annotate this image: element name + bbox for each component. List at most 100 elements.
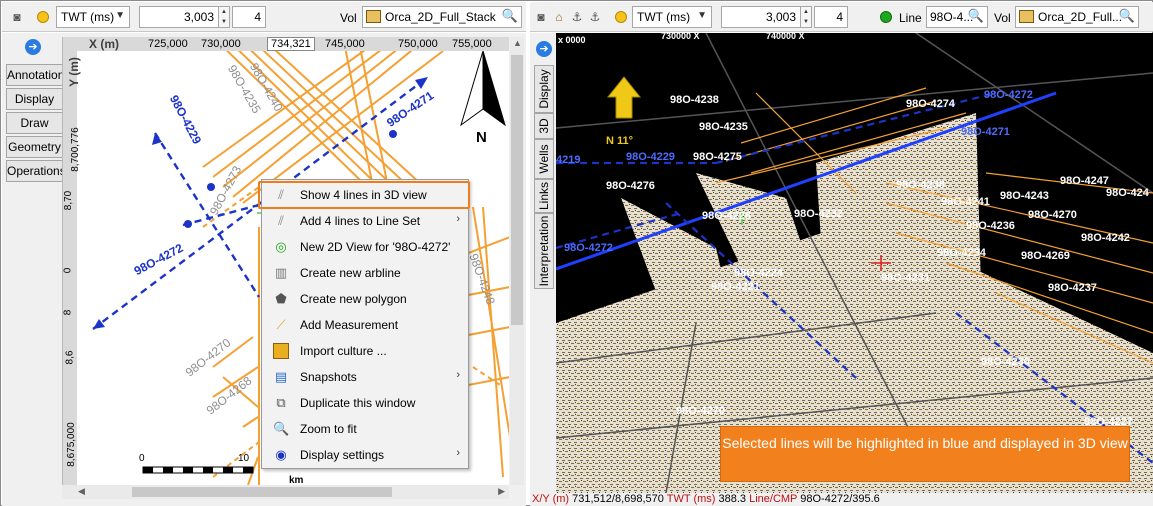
navigate-arrow-icon[interactable]: ➔ <box>25 39 41 55</box>
survey-line <box>242 416 259 428</box>
menu-item-add-measurement[interactable]: ⟋ Add Measurement <box>262 313 468 337</box>
scroll-thumb[interactable] <box>132 487 392 497</box>
context-menu: ⫽ Show 4 lines in 3D view ⫽ Add 4 lines … <box>261 179 469 469</box>
survey-line <box>482 206 504 478</box>
line-label-3d: 98O-4237 <box>1048 282 1097 294</box>
arrow-head <box>415 77 428 89</box>
line-label-3d: 98O-4238 <box>670 94 719 106</box>
3d-geometry <box>556 33 1153 493</box>
time-input-3d[interactable]: 3,003 <box>721 6 801 28</box>
scroll-thumb[interactable] <box>511 55 523 325</box>
tab-operations[interactable]: Operations <box>6 160 66 182</box>
tab-interpretation[interactable]: Interpretation <box>534 213 554 289</box>
line-label-3d: 98O-4272 <box>564 242 613 254</box>
menu-item-new-2d-view[interactable]: ◎ New 2D View for '98O-4272' <box>262 235 468 259</box>
scale-bar <box>142 466 254 474</box>
search-icon[interactable]: 🔍 <box>968 8 984 24</box>
volume-icon <box>1019 10 1034 23</box>
north-label: N <box>476 129 487 146</box>
polygon-icon: ⬟ <box>275 291 287 306</box>
line-label-3d: 98O-4247 <box>1060 175 1109 187</box>
chevron-right-icon: › <box>456 447 460 459</box>
line-label-3d: 98O-4271 <box>961 126 1010 138</box>
menu-item-zoom-to-fit[interactable]: 🔍 Zoom to fit <box>262 417 468 441</box>
tab-3d[interactable]: 3D <box>534 113 554 139</box>
tab-draw[interactable]: Draw <box>6 112 63 134</box>
vertical-scrollbar[interactable]: ▲ <box>510 37 524 485</box>
scene-top-label: 740000 X <box>766 31 805 41</box>
anchor-alt-icon[interactable]: ⚓ <box>588 10 602 24</box>
arbline-icon: ▥ <box>274 265 288 280</box>
menu-item-add-to-line-set[interactable]: ⫽ Add 4 lines to Line Set › <box>262 209 468 233</box>
line-label-3d: 98O-4232 <box>794 208 843 220</box>
time-input[interactable]: 3,003 <box>139 6 219 28</box>
snapshot-icon: ▤ <box>274 369 288 384</box>
volume-name: Orca_2D_Full... <box>1038 10 1123 24</box>
status-xy-label: X/Y (m) <box>532 493 570 505</box>
menu-item-label: Display settings <box>300 448 385 462</box>
status-dot-icon <box>37 11 49 23</box>
menu-item-label: Create new polygon <box>300 292 407 306</box>
menu-item-import-culture[interactable]: Import culture ... <box>262 339 468 363</box>
target-icon: ◎ <box>275 239 287 254</box>
scroll-left-icon[interactable]: ◀ <box>78 486 85 497</box>
tab-display-3d[interactable]: Display <box>534 65 554 113</box>
callout-note: Selected lines will be highlighted in bl… <box>720 426 1130 482</box>
line-node <box>184 220 192 228</box>
3d-side-tabs: ➔ Display 3D Wells Links Interpretation <box>530 33 556 493</box>
right-toolbar: ◙ ⌂ ⚓ ⚓ TWT (ms) ▼ 3,003 ▲ ▼ 4 Line 98O-4… <box>530 2 1153 32</box>
tab-wells[interactable]: Wells <box>534 139 554 179</box>
camera-icon[interactable]: ◙ <box>534 10 548 24</box>
line-label-3d: 98O-4269 <box>1021 250 1070 262</box>
scene-north-label: N 11° <box>606 135 634 147</box>
step-input[interactable]: 4 <box>232 6 266 28</box>
3d-scene[interactable]: x 0000 730000 X 740000 X N 11° 98O-4272 … <box>556 31 1153 493</box>
line-select[interactable]: 98O-4... 🔍 <box>926 6 988 28</box>
search-icon[interactable]: 🔍 <box>502 8 518 24</box>
step-input-3d[interactable]: 4 <box>814 6 848 28</box>
menu-item-snapshots[interactable]: ▤ Snapshots › <box>262 365 468 389</box>
tab-links[interactable]: Links <box>534 179 554 213</box>
menu-item-display-settings[interactable]: ◉ Display settings › <box>262 443 468 467</box>
menu-item-label: Add Measurement <box>300 318 399 332</box>
y-ruler <box>63 37 77 485</box>
line-label-3d: 4219 <box>556 154 581 166</box>
tab-geometry[interactable]: Geometry <box>6 136 63 158</box>
tab-display[interactable]: Display <box>6 88 63 110</box>
domain-dropdown-3d[interactable]: TWT (ms) ▼ <box>632 6 712 28</box>
time-spinner[interactable]: ▲ ▼ <box>218 6 230 28</box>
scroll-up-icon[interactable]: ▲ <box>513 38 522 48</box>
house-icon[interactable]: ⌂ <box>552 10 566 24</box>
line-label-3d: 98O-4234 <box>937 247 986 259</box>
line-label-3d: 98O-4270 <box>676 405 725 417</box>
line-label-3d: 98O-4229 <box>626 151 675 163</box>
menu-item-duplicate-window[interactable]: ⧉ Duplicate this window <box>262 391 468 415</box>
grid-line <box>556 72 1153 129</box>
volume-select[interactable]: Orca_2D_Full_Stack 🔍 <box>362 6 522 28</box>
domain-value: TWT (ms) <box>637 10 691 24</box>
menu-item-label: Duplicate this window <box>300 396 416 410</box>
x-axis-title: X (m) <box>89 37 119 51</box>
domain-dropdown[interactable]: TWT (ms) ▼ <box>56 6 130 28</box>
y-tick: 8 <box>62 309 74 316</box>
menu-item-label: Create new arbline <box>300 266 401 280</box>
x-cursor-readout: 734,321 <box>267 37 315 51</box>
status-twt-label: TWT (ms) <box>666 493 716 505</box>
horizontal-scrollbar[interactable]: ◀ ▶ <box>62 485 509 499</box>
menu-item-create-arbline[interactable]: ▥ Create new arbline <box>262 261 468 285</box>
anchor-icon[interactable]: ⚓ <box>570 10 584 24</box>
camera-icon[interactable]: ◙ <box>10 10 24 24</box>
lines-icon: ⫽ <box>278 213 284 228</box>
y-tick: 8,6 <box>64 350 76 365</box>
volume-icon <box>366 10 381 23</box>
scroll-right-icon[interactable]: ▶ <box>498 486 505 497</box>
search-icon[interactable]: 🔍 <box>1119 8 1135 24</box>
ruler-icon: ⟋ <box>276 317 286 332</box>
line-node <box>389 130 397 138</box>
navigate-arrow-icon[interactable]: ➔ <box>536 41 552 57</box>
line-label-3d: 98O-4242 <box>1081 232 1130 244</box>
time-spinner-3d[interactable]: ▲ ▼ <box>800 6 812 28</box>
menu-item-create-polygon[interactable]: ⬟ Create new polygon <box>262 287 468 311</box>
tab-annotation[interactable]: Annotation <box>6 64 64 86</box>
volume-select-3d[interactable]: Orca_2D_Full... 🔍 <box>1015 6 1139 28</box>
